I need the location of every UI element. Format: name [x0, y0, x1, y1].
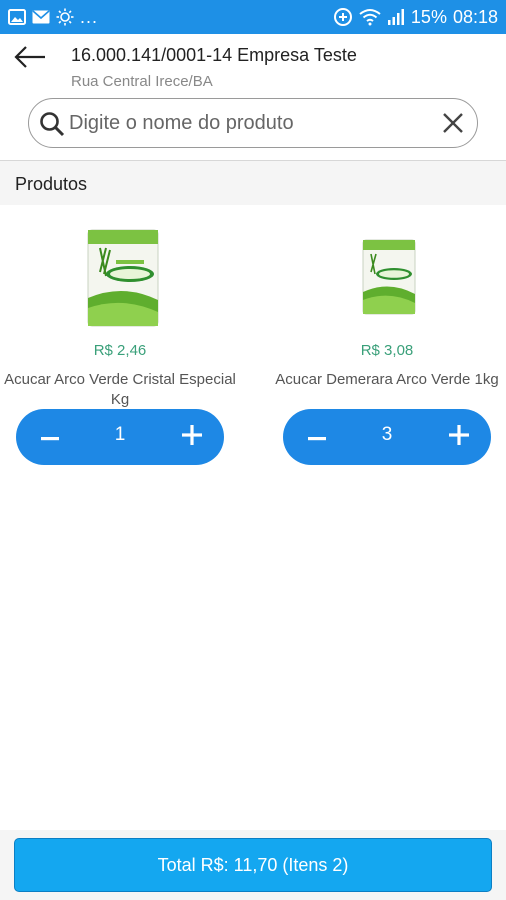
- page-title: 16.000.141/0001-14 Empresa Teste: [71, 45, 357, 65]
- data-saver-icon: [333, 7, 353, 27]
- decrease-button[interactable]: [287, 409, 347, 465]
- quantity-stepper: 1: [16, 409, 224, 465]
- quantity-stepper: 3: [283, 409, 491, 465]
- clear-icon[interactable]: [441, 111, 465, 135]
- status-more: ...: [80, 6, 99, 27]
- plus-icon: [182, 424, 202, 450]
- product-name: Acucar Demerara Arco Verde 1kg: [275, 371, 499, 388]
- sun-icon: [56, 8, 74, 26]
- total-button[interactable]: Total R$: 11,70 (Itens 2): [14, 838, 492, 892]
- minus-icon: [308, 428, 326, 446]
- decrease-button[interactable]: [20, 409, 80, 465]
- section-header: Produtos: [0, 161, 506, 205]
- product-image[interactable]: [361, 238, 417, 316]
- back-arrow-icon: [14, 45, 46, 73]
- status-bar: ... 15% 08:18: [0, 0, 506, 34]
- increase-button[interactable]: [429, 409, 489, 465]
- minus-icon: [41, 428, 59, 446]
- clock: 08:18: [452, 6, 498, 27]
- search-input[interactable]: [69, 107, 429, 139]
- wifi-icon: [359, 8, 381, 26]
- battery-percent: 15%: [410, 6, 447, 27]
- status-bar-right: 15% 08:18: [333, 7, 498, 28]
- quantity-value: 3: [381, 424, 393, 445]
- product-name: Acucar Arco Verde Cristal Especial Kg: [4, 371, 236, 408]
- search-icon: [39, 111, 65, 137]
- increase-button[interactable]: [162, 409, 222, 465]
- gallery-icon: [8, 9, 26, 25]
- product-price: R$ 2,46: [93, 342, 147, 359]
- quantity-value: 1: [114, 424, 126, 445]
- signal-icon: [387, 9, 405, 25]
- plus-icon: [449, 424, 469, 450]
- app-header: 16.000.141/0001-14 Empresa Teste Rua Cen…: [0, 34, 506, 96]
- product-price: R$ 3,08: [360, 342, 414, 359]
- mail-icon: [32, 10, 50, 24]
- search-bar: [28, 98, 478, 148]
- back-button[interactable]: [10, 44, 50, 74]
- product-image[interactable]: [86, 228, 160, 328]
- page-subtitle: Rua Central Irece/BA: [71, 73, 213, 90]
- status-bar-left: ...: [8, 7, 98, 28]
- section-title: Produtos: [15, 174, 88, 194]
